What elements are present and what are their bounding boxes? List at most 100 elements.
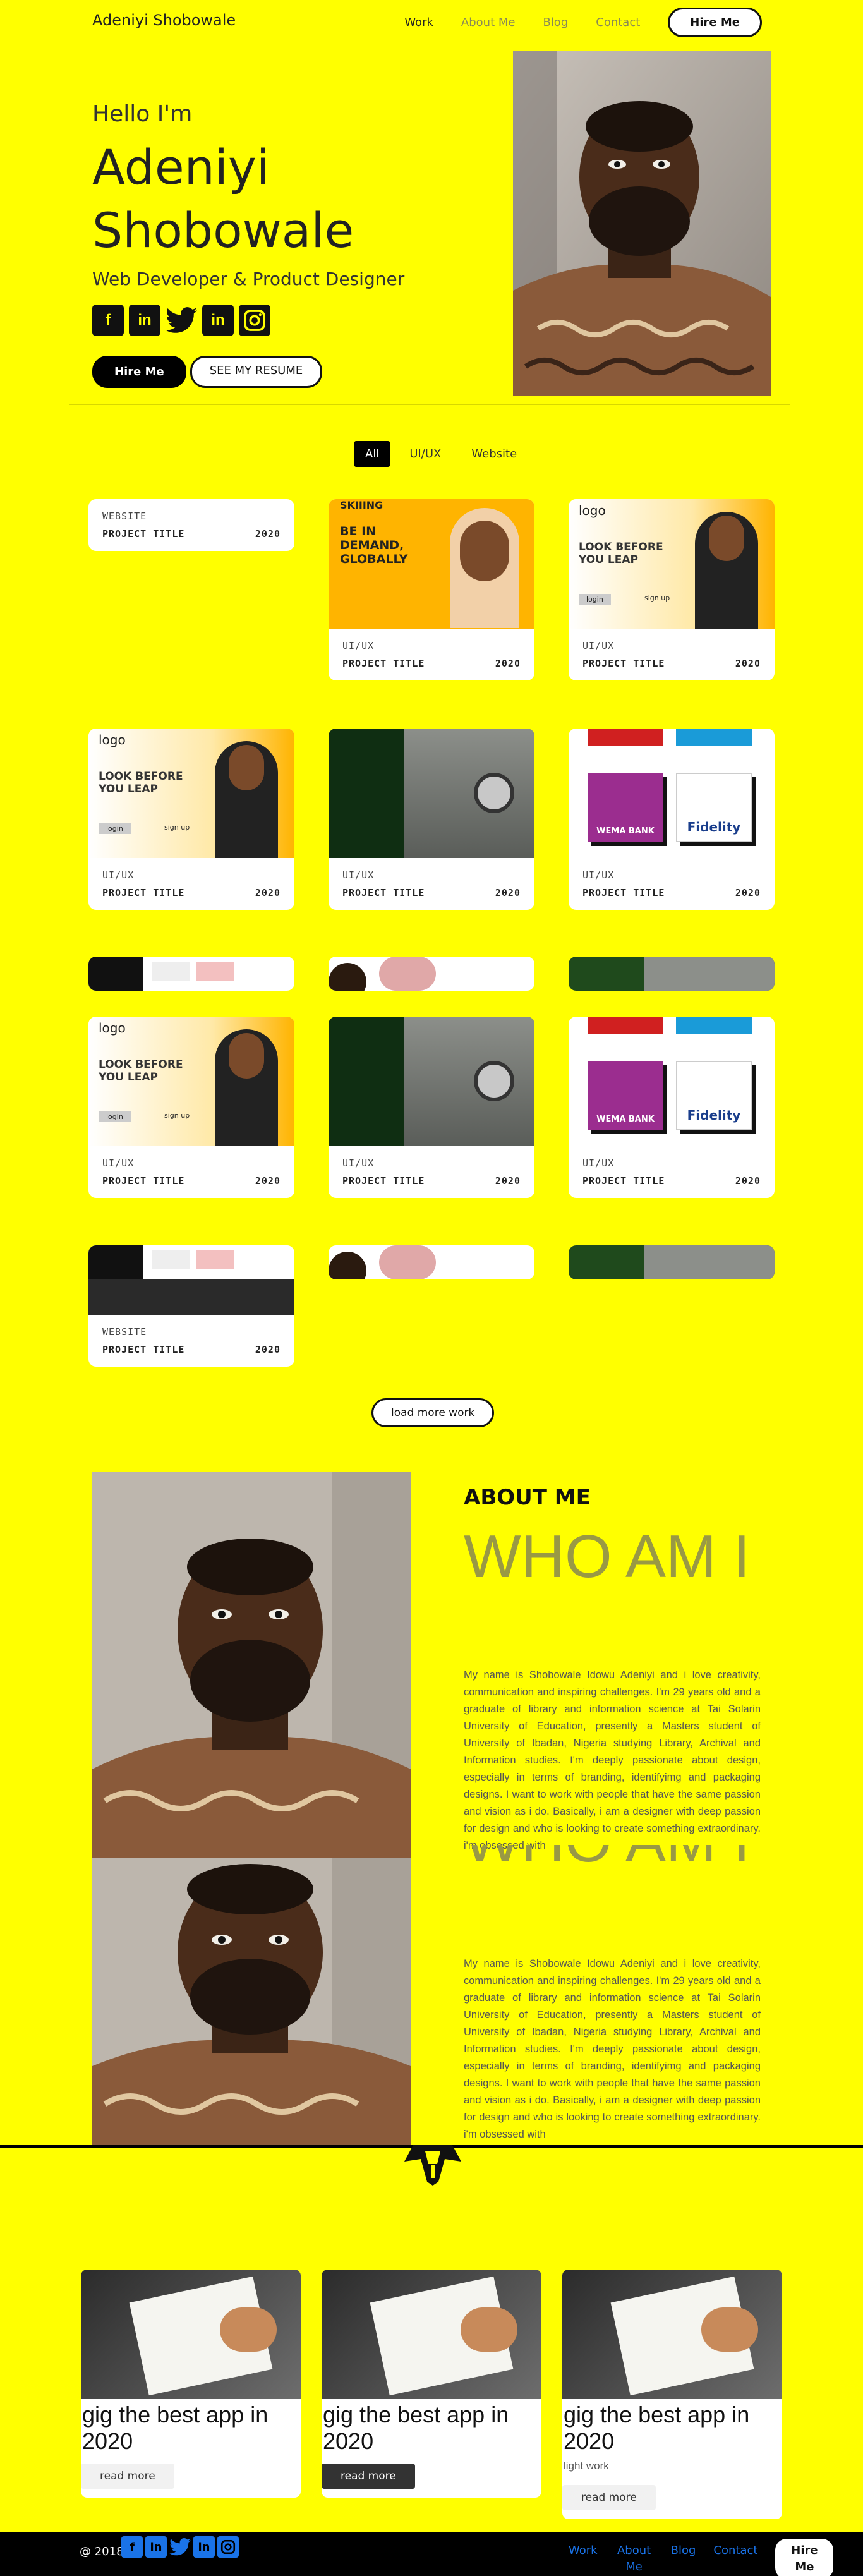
card-title: PROJECT TITLE	[582, 658, 665, 669]
project-card-peek[interactable]	[329, 957, 534, 991]
project-thumbnail: logo LOOK BEFORE YOU LEAP login sign up	[569, 499, 775, 629]
project-card[interactable]: UI/UX PROJECT TITLE 2020	[329, 1017, 534, 1198]
card-year: 2020	[495, 658, 521, 669]
project-card-peek[interactable]	[88, 957, 294, 991]
blog-subtitle: light work	[564, 2460, 609, 2472]
blog-card[interactable]: gig the best app in 2020 read more	[81, 2270, 301, 2498]
project-thumbnail	[329, 729, 534, 858]
filter-all[interactable]: All	[354, 441, 391, 467]
nav-blog[interactable]: Blog	[543, 16, 568, 29]
thumb-login: login	[579, 594, 611, 605]
project-card[interactable]: WEBSITE PROJECT TITLE 2020	[88, 1245, 294, 1367]
blog-title[interactable]: gig the best app in 2020	[562, 2399, 782, 2457]
project-card-peek[interactable]	[329, 1245, 534, 1279]
twitter-icon[interactable]	[169, 2536, 191, 2558]
project-card[interactable]: logo LOOK BEFORE YOU LEAP login sign up …	[88, 729, 294, 910]
card-title: PROJECT TITLE	[102, 887, 185, 898]
footer-hire-button[interactable]: Hire Me	[775, 2539, 834, 2576]
filter-website[interactable]: Website	[460, 441, 528, 467]
blog-image	[562, 2270, 782, 2399]
nav-contact[interactable]: Contact	[596, 16, 640, 29]
resume-button[interactable]: SEE MY RESUME	[190, 356, 323, 388]
project-thumbnail	[329, 1017, 534, 1146]
card-year: 2020	[735, 887, 761, 898]
project-thumbnail: WEMA BANK Fidelity	[569, 1017, 775, 1146]
card-category: UI/UX	[342, 640, 375, 651]
blog-card[interactable]: gig the best app in 2020 light work read…	[562, 2270, 782, 2519]
card-title: PROJECT TITLE	[102, 528, 185, 540]
project-card[interactable]: logo LOOK BEFORE YOU LEAP login sign up …	[88, 1017, 294, 1198]
about-body: My name is Shobowale Idowu Adeniyi and i…	[464, 1669, 761, 1851]
hero-hire-button[interactable]: Hire Me	[92, 356, 186, 388]
blog-title[interactable]: gig the best app in 2020	[81, 2399, 301, 2457]
hero-buttons: Hire Me SEE MY RESUME	[92, 356, 323, 388]
facebook-icon[interactable]: f	[121, 2536, 143, 2558]
about-portrait-repeat	[92, 1858, 411, 2145]
top-nav: Work About Me Blog Contact Hire Me	[404, 8, 762, 37]
section-divider	[69, 404, 790, 405]
project-thumbnail: logo LOOK BEFORE YOU LEAP login sign up	[88, 729, 294, 858]
footer-link-blog[interactable]: Blog	[671, 2543, 696, 2559]
footer-link-about[interactable]: About Me	[615, 2543, 653, 2575]
nav-hire-button[interactable]: Hire Me	[668, 8, 762, 37]
project-card[interactable]: WEBSITE PROJECT TITLE 2020	[88, 499, 294, 551]
card-year: 2020	[255, 1344, 281, 1355]
project-card-peek[interactable]	[569, 1245, 775, 1279]
card-category: WEBSITE	[102, 1326, 147, 1338]
card-title: PROJECT TITLE	[342, 1175, 425, 1187]
thumb-bank-1: WEMA BANK	[588, 1061, 663, 1130]
thumb-headline: LOOK BEFORE YOU LEAP	[579, 541, 663, 566]
read-more-button[interactable]: read more	[562, 2485, 656, 2510]
nav-work[interactable]: Work	[404, 16, 433, 29]
linkedin-icon[interactable]: in	[202, 305, 234, 336]
work-filters: All UI/UX Website	[354, 441, 528, 467]
card-title: PROJECT TITLE	[582, 1175, 665, 1187]
linkedin-icon[interactable]: in	[193, 2536, 215, 2558]
load-more-button[interactable]: load more work	[371, 1398, 495, 1427]
blog-title[interactable]: gig the best app in 2020	[322, 2399, 541, 2457]
thumb-headline: LOOK BEFORE YOU LEAP	[99, 1058, 183, 1084]
linkedin-icon[interactable]: in	[129, 305, 160, 336]
thumb-login: login	[99, 823, 131, 834]
nav-about[interactable]: About Me	[461, 16, 516, 29]
footer-link-contact[interactable]: Contact	[713, 2543, 757, 2559]
card-title: PROJECT TITLE	[102, 1175, 185, 1187]
card-year: 2020	[255, 887, 281, 898]
hero-portrait	[513, 51, 771, 396]
project-card[interactable]: UI/UX PROJECT TITLE 2020	[329, 729, 534, 910]
card-category: UI/UX	[582, 640, 615, 651]
read-more-button[interactable]: read more	[322, 2464, 415, 2489]
filter-uiux[interactable]: UI/UX	[398, 441, 452, 467]
site-logo-icon	[404, 2145, 461, 2187]
card-year: 2020	[255, 528, 281, 540]
about-body-repeat: My name is Shobowale Idowu Adeniyi and i…	[464, 1958, 761, 2140]
project-card[interactable]: logo LOOK BEFORE YOU LEAP login sign up …	[569, 499, 775, 680]
project-card[interactable]: WEMA BANK Fidelity UI/UX PROJECT TITLE 20…	[569, 729, 775, 910]
brand-name[interactable]: Adeniyi Shobowale	[92, 11, 236, 29]
card-title: PROJECT TITLE	[342, 658, 425, 669]
thumb-bank-2: Fidelity	[676, 1061, 752, 1130]
project-card[interactable]: SKIIING BE IN DEMAND, GLOBALLY UI/UX PRO…	[329, 499, 534, 680]
instagram-icon[interactable]	[217, 2536, 239, 2558]
footer-socials: f in in	[121, 2536, 239, 2558]
thumb-bank-1: WEMA BANK	[588, 773, 663, 842]
linkedin-icon[interactable]: in	[145, 2536, 167, 2558]
instagram-icon[interactable]	[239, 305, 270, 336]
read-more-button[interactable]: read more	[81, 2464, 174, 2489]
footer-link-work[interactable]: Work	[569, 2543, 598, 2559]
card-year: 2020	[735, 1175, 761, 1187]
footer-nav: Work About Me Blog Contact Hire Me	[569, 2539, 834, 2576]
project-card[interactable]: WEMA BANK Fidelity UI/UX PROJECT TITLE 20…	[569, 1017, 775, 1198]
thumb-login: login	[99, 1111, 131, 1122]
about-heading: WHO AM I	[464, 1523, 751, 1590]
thumb-signup: sign up	[164, 1111, 190, 1120]
blog-card[interactable]: gig the best app in 2020 read more	[322, 2270, 541, 2498]
hero-role: Web Developer & Product Designer	[92, 269, 405, 289]
hero-greeting: Hello I'm	[92, 101, 193, 127]
project-card-peek[interactable]	[569, 957, 775, 991]
project-thumbnail: logo LOOK BEFORE YOU LEAP login sign up	[88, 1017, 294, 1146]
thumb-headline: BE IN DEMAND, GLOBALLY	[340, 524, 408, 566]
twitter-icon[interactable]	[166, 305, 197, 336]
card-category: UI/UX	[102, 869, 135, 881]
facebook-icon[interactable]: f	[92, 305, 124, 336]
